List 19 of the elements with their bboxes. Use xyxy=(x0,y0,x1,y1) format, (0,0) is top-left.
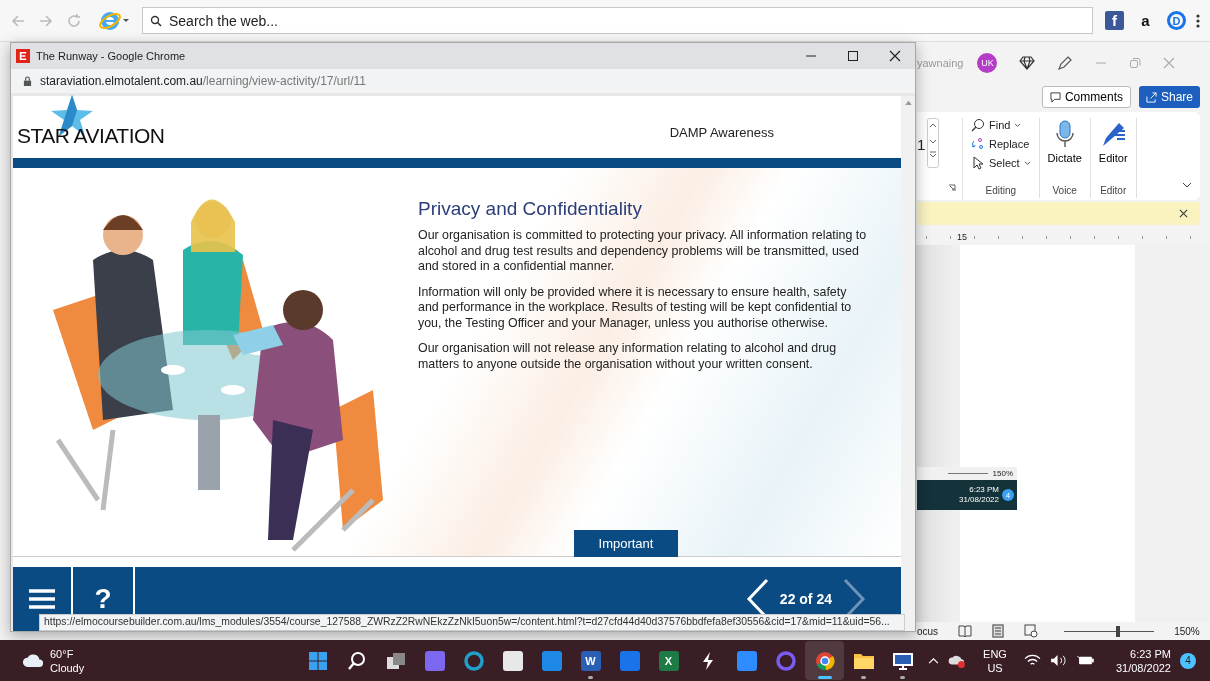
body-paragraph: Our organisation is committed to protecting your privacy. All information relating to alcohol and drug test results and dependency problems will be transmitted, used and stored in a confidential manner. xyxy=(418,228,868,275)
module-title: DAMP Awareness xyxy=(669,125,774,142)
link-status-tooltip: https://elmocoursebuilder.com.au/lms_modules/3554/course_127588_ZWRzZ2RwNEkzZzNkI5uon5w=/content.html?t=d27cfd44d40d37576bbdfefa8ef30556&cid=17&mid=11&uid=56... xyxy=(39,614,905,631)
account-name: yawnaing xyxy=(917,57,964,69)
group-label: Voice xyxy=(1052,185,1077,198)
logo-text: STAR AVIATION xyxy=(17,124,165,147)
page-counter: 22 of 24 xyxy=(779,591,832,607)
group-label: Editor xyxy=(1100,185,1127,198)
body-paragraph: Our organisation will not release any information relating to alcohol and drug matters to anyone outside the organisation without your written consent. xyxy=(418,341,838,372)
section-heading: Privacy and Confidentiality xyxy=(418,198,643,220)
notification-badge: 4 xyxy=(1002,489,1014,501)
zoom-level: 150% xyxy=(992,469,1013,478)
document-icon: W xyxy=(580,650,601,671)
spreadsheet-icon: X xyxy=(658,650,679,671)
clock-text: 6:23 PM 31/08/2022 xyxy=(958,484,999,506)
ruler-number: 15 xyxy=(955,232,969,242)
body-paragraph: Information will only be provided where it is necessary to ensure health, safety and performance in the workplace. Results of testing will be kept confidential to you, the Testing Officer and your Manager, unless you authorise otherwise. xyxy=(418,284,853,331)
window-title: The Runway - Google Chrome xyxy=(36,50,187,62)
group-label: Editing xyxy=(985,185,1017,198)
